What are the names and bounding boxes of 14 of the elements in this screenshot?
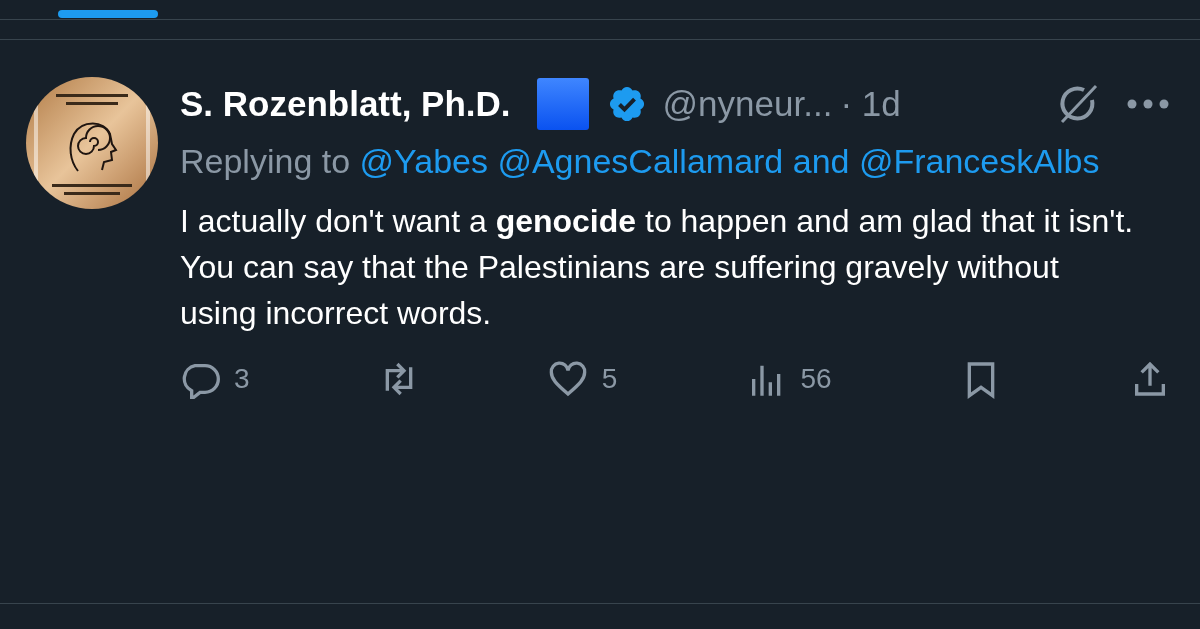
mention-link[interactable]: @AgnesCallamard	[497, 142, 784, 180]
views-count: 56	[800, 362, 832, 396]
author-name[interactable]: S. Rozenblatt, Ph.D.	[180, 77, 511, 131]
more-icon[interactable]	[1126, 98, 1170, 110]
heart-icon[interactable]	[547, 359, 588, 399]
like-count: 5	[601, 362, 618, 396]
post-time[interactable]: · 1d	[840, 77, 901, 131]
replying-to-text: Replying to @Yabes @AgnesCallamard and @FranceskAlbs	[180, 141, 1101, 182]
post-text: I actually don't want a genocide to happen and am glad that it isn't. You can say that the Palestinians are suffering gravely without using incorrect words.	[180, 202, 1135, 333]
mention-link[interactable]: @Yabes	[359, 142, 488, 180]
square-icon	[534, 76, 591, 132]
mention-link[interactable]: @FranceskAlbs	[858, 142, 1100, 180]
user-handle[interactable]: @nyneur...	[662, 77, 833, 131]
reply-count: 3	[234, 362, 250, 396]
